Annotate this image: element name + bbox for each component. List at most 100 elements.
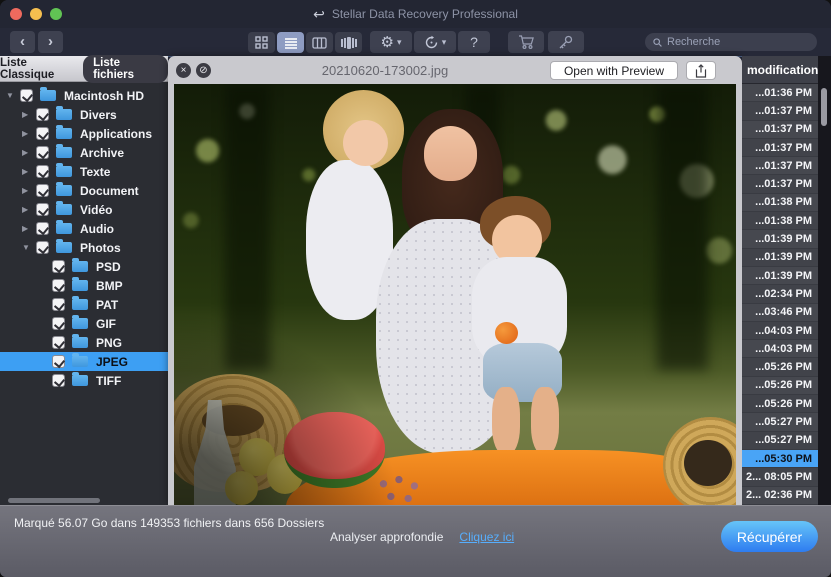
disclosure-collapsed-icon[interactable]: ▶ bbox=[22, 205, 36, 214]
tree-row-divers[interactable]: ▶ Divers bbox=[0, 105, 168, 124]
file-row[interactable]: ...01:39 PM bbox=[742, 230, 818, 248]
column-view-button[interactable] bbox=[306, 32, 333, 53]
tree-label: GIF bbox=[96, 317, 116, 331]
scrollbar-thumb[interactable] bbox=[8, 498, 100, 503]
coverflow-view-button[interactable] bbox=[335, 32, 362, 53]
tab-liste-classique[interactable]: Liste Classique bbox=[0, 57, 77, 81]
tree-row-texte[interactable]: ▶ Texte bbox=[0, 162, 168, 181]
checkbox-checked[interactable] bbox=[52, 260, 65, 273]
file-row[interactable]: ...05:27 PM bbox=[742, 413, 818, 431]
file-row[interactable]: ...04:03 PM bbox=[742, 340, 818, 358]
file-row[interactable]: ...01:37 PM bbox=[742, 121, 818, 139]
checkbox-checked[interactable] bbox=[36, 146, 49, 159]
file-row[interactable]: ...01:37 PM bbox=[742, 157, 818, 175]
file-row[interactable]: ...01:37 PM bbox=[742, 102, 818, 120]
file-row[interactable]: ...03:46 PM bbox=[742, 304, 818, 322]
checkbox-checked[interactable] bbox=[36, 165, 49, 178]
share-button[interactable] bbox=[686, 61, 716, 80]
file-row[interactable]: 2... 08:05 PM bbox=[742, 468, 818, 486]
tree-row-tiff[interactable]: TIFF bbox=[0, 371, 168, 390]
open-with-preview-button[interactable]: Open with Preview bbox=[550, 61, 678, 80]
status-bar: Marqué 56.07 Go dans 149353 fichiers dan… bbox=[0, 505, 831, 577]
checkbox-checked[interactable] bbox=[52, 298, 65, 311]
tab-liste-fichiers[interactable]: Liste fichiers bbox=[83, 55, 168, 83]
checkbox-checked[interactable] bbox=[36, 222, 49, 235]
file-row[interactable]: ...05:26 PM bbox=[742, 358, 818, 376]
disclosure-collapsed-icon[interactable]: ▶ bbox=[22, 186, 36, 195]
file-row[interactable]: 2... 02:36 PM bbox=[742, 487, 818, 505]
modification-column-header[interactable]: modification bbox=[742, 56, 818, 84]
folder-icon bbox=[72, 356, 88, 367]
file-row[interactable]: ...01:36 PM bbox=[742, 84, 818, 102]
back-button[interactable]: ‹ bbox=[10, 31, 35, 53]
checkbox-checked[interactable] bbox=[52, 336, 65, 349]
disclosure-collapsed-icon[interactable]: ▶ bbox=[22, 148, 36, 157]
file-row[interactable]: ...04:03 PM bbox=[742, 322, 818, 340]
checkbox-checked[interactable] bbox=[36, 241, 49, 254]
disclosure-collapsed-icon[interactable]: ▶ bbox=[22, 224, 36, 233]
checkbox-checked[interactable] bbox=[36, 203, 49, 216]
file-row[interactable]: ...05:26 PM bbox=[742, 395, 818, 413]
disclosure-expanded-icon[interactable]: ▼ bbox=[22, 243, 36, 252]
tree-row-gif[interactable]: GIF bbox=[0, 314, 168, 333]
tree-row-jpeg-selected[interactable]: JPEG bbox=[0, 352, 168, 371]
grid-view-button[interactable] bbox=[248, 32, 275, 53]
buy-cart-button[interactable] bbox=[508, 31, 544, 53]
disclosure-expanded-icon[interactable]: ▼ bbox=[6, 91, 20, 100]
disclosure-collapsed-icon[interactable]: ▶ bbox=[22, 167, 36, 176]
forward-button[interactable]: › bbox=[38, 31, 63, 53]
file-row[interactable]: ...01:39 PM bbox=[742, 249, 818, 267]
file-row[interactable]: ...01:37 PM bbox=[742, 139, 818, 157]
tree-label: PSD bbox=[96, 260, 121, 274]
tree-row-applications[interactable]: ▶ Applications bbox=[0, 124, 168, 143]
grid-view-icon bbox=[255, 36, 268, 49]
list-view-button[interactable] bbox=[277, 32, 304, 53]
file-row[interactable]: ...01:37 PM bbox=[742, 175, 818, 193]
file-row[interactable]: ...05:26 PM bbox=[742, 377, 818, 395]
tree-row-bmp[interactable]: BMP bbox=[0, 276, 168, 295]
photo-child-face bbox=[343, 120, 388, 166]
checkbox-checked[interactable] bbox=[20, 89, 33, 102]
view-toggle-group bbox=[248, 32, 362, 53]
file-row[interactable]: ...01:38 PM bbox=[742, 212, 818, 230]
tree-row-audio[interactable]: ▶ Audio bbox=[0, 219, 168, 238]
checkbox-checked[interactable] bbox=[52, 279, 65, 292]
scan-summary-text: Marqué 56.07 Go dans 149353 fichiers dan… bbox=[14, 515, 334, 532]
checkbox-checked[interactable] bbox=[36, 127, 49, 140]
checkbox-checked[interactable] bbox=[52, 355, 65, 368]
settings-dropdown-button[interactable]: ⚙ ▾ bbox=[370, 31, 412, 53]
recover-button[interactable]: Récupérer bbox=[721, 521, 818, 552]
file-row[interactable]: ...02:34 PM bbox=[742, 285, 818, 303]
caret-down-icon: ▾ bbox=[442, 37, 447, 48]
file-row[interactable]: ...01:38 PM bbox=[742, 194, 818, 212]
checkbox-checked[interactable] bbox=[36, 108, 49, 121]
scan-history-dropdown-button[interactable]: ▾ bbox=[414, 31, 456, 53]
activation-key-button[interactable] bbox=[548, 31, 584, 53]
search-input[interactable] bbox=[667, 36, 809, 48]
file-row[interactable]: ...01:39 PM bbox=[742, 267, 818, 285]
forward-chevron-icon: › bbox=[48, 33, 53, 50]
checkbox-checked[interactable] bbox=[52, 317, 65, 330]
tree-row-png[interactable]: PNG bbox=[0, 333, 168, 352]
tree-row-pat[interactable]: PAT bbox=[0, 295, 168, 314]
tree-row-photos[interactable]: ▼ Photos bbox=[0, 238, 168, 257]
deep-scan-link[interactable]: Cliquez ici bbox=[459, 530, 514, 544]
file-row-selected[interactable]: ...05:30 PM bbox=[742, 450, 818, 468]
tree-row-archive[interactable]: ▶ Archive bbox=[0, 143, 168, 162]
file-row[interactable]: ...05:27 PM bbox=[742, 432, 818, 450]
preview-close-button[interactable]: × bbox=[176, 63, 191, 78]
checkbox-checked[interactable] bbox=[52, 374, 65, 387]
folder-icon bbox=[72, 375, 88, 386]
tree-row-psd[interactable]: PSD bbox=[0, 257, 168, 276]
tree-row-document[interactable]: ▶ Document bbox=[0, 181, 168, 200]
help-button[interactable]: ? bbox=[458, 31, 490, 53]
disclosure-collapsed-icon[interactable]: ▶ bbox=[22, 110, 36, 119]
folder-icon bbox=[56, 147, 72, 158]
checkbox-checked[interactable] bbox=[36, 184, 49, 197]
tree-row-video[interactable]: ▶ Vidéo bbox=[0, 200, 168, 219]
preview-filename: 20210620-173002.jpg bbox=[288, 56, 482, 84]
scrollbar-thumb[interactable] bbox=[821, 88, 827, 126]
tree-row-macintosh-hd[interactable]: ▼ Macintosh HD bbox=[0, 86, 168, 105]
preview-disable-button[interactable]: ⊘ bbox=[196, 63, 211, 78]
disclosure-collapsed-icon[interactable]: ▶ bbox=[22, 129, 36, 138]
